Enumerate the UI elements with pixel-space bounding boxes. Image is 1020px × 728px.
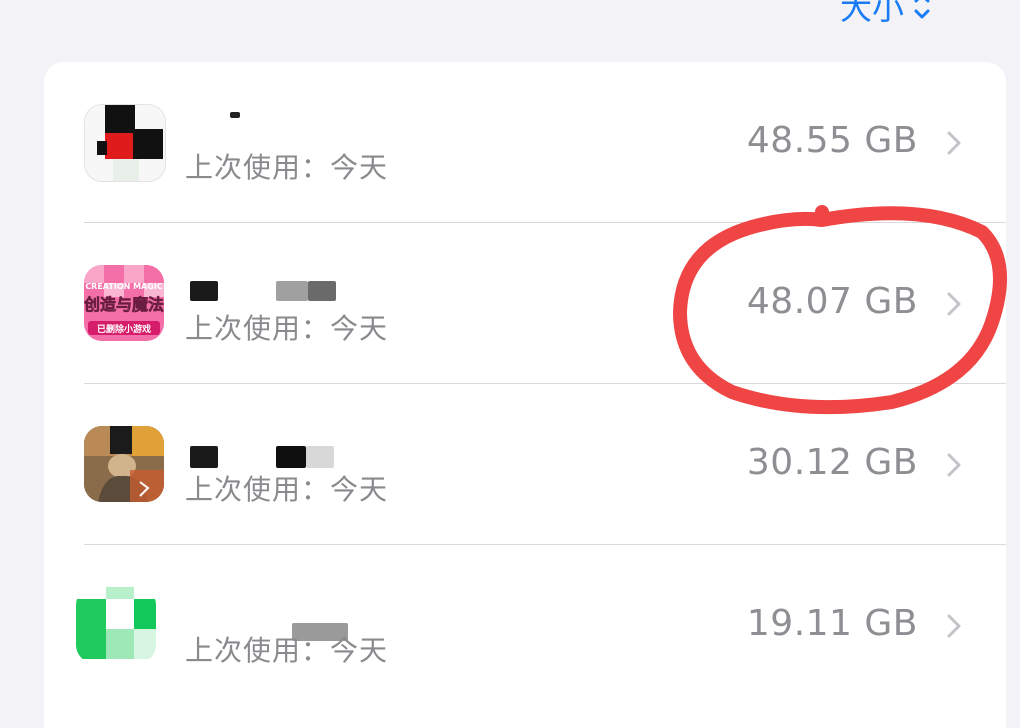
app-row[interactable]: 上次使用：今天 19.11 GB — [44, 545, 1006, 706]
chevron-right-icon — [947, 614, 961, 638]
chevron-right-icon — [947, 131, 961, 155]
app-name-redacted — [188, 263, 428, 301]
sort-chevron-icon — [912, 0, 932, 21]
app-name-redacted — [188, 424, 428, 468]
app-list: 上次使用：今天 48.55 GB CREATION MAGIC 创造与魔法 已删… — [44, 62, 1006, 728]
creation-magic-icon: CREATION MAGIC 创造与魔法 已删除小游戏 — [84, 265, 164, 341]
last-used-text: 上次使用：今天 — [185, 473, 389, 506]
storage-page: 大小 上次使用：今天 48.55 GB CREATION MAGIC 创造与魔法… — [0, 0, 1020, 728]
app-name-redacted — [188, 102, 428, 138]
icon-text-top: CREATION MAGIC — [85, 282, 162, 291]
app-size: 48.07 GB — [746, 281, 918, 322]
app-size: 30.12 GB — [746, 442, 918, 483]
chevron-right-icon — [947, 292, 961, 316]
last-used-text: 上次使用：今天 — [185, 634, 389, 667]
green-app-icon — [76, 587, 156, 663]
sort-button[interactable]: 大小 — [840, 0, 932, 30]
last-used-text: 上次使用：今天 — [185, 312, 389, 345]
app-name-redacted — [188, 585, 428, 641]
app-size: 48.55 GB — [746, 120, 918, 161]
icon-text-bottom: 已删除小游戏 — [97, 323, 151, 335]
app-row[interactable]: 上次使用：今天 48.55 GB — [44, 62, 1006, 223]
last-used-text: 上次使用：今天 — [185, 151, 389, 184]
app-size: 19.11 GB — [746, 603, 918, 644]
chevron-right-icon — [947, 453, 961, 477]
sort-label: 大小 — [839, 0, 904, 27]
app-row[interactable]: 上次使用：今天 30.12 GB — [44, 384, 1006, 545]
app-row[interactable]: CREATION MAGIC 创造与魔法 已删除小游戏 上次使用：今天 48.0… — [44, 223, 1006, 384]
pubg-icon — [84, 426, 164, 502]
app-icon — [84, 104, 166, 182]
icon-text-main: 创造与魔法 — [84, 295, 164, 314]
